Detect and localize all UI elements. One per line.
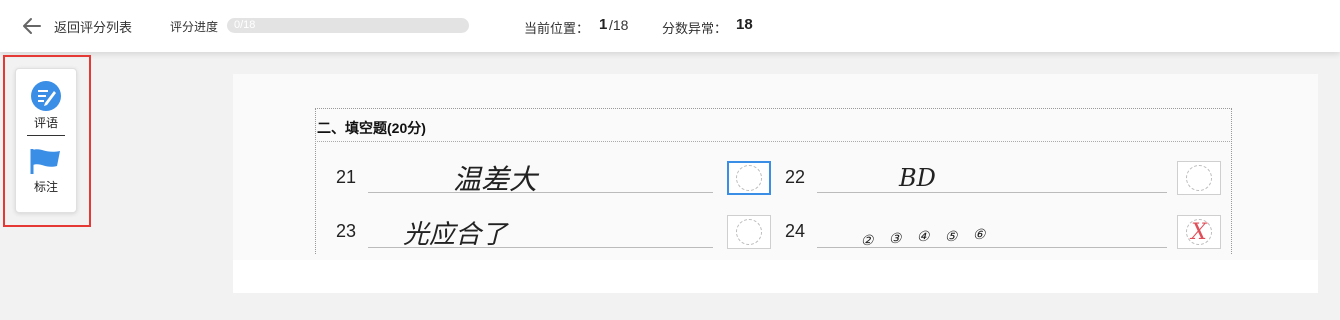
answer-choice: ③ <box>888 231 902 247</box>
question-21-number: 21 <box>336 167 357 187</box>
score-box-21[interactable] <box>727 161 771 195</box>
answer-line <box>817 192 1167 193</box>
section-divider <box>315 141 1230 142</box>
comment-tool-label: 评语 <box>33 116 58 130</box>
abnormal-score-label: 分数异常： <box>662 21 728 36</box>
arrow-left-icon <box>23 18 41 34</box>
answer-sheet: 二、填空题(20分) 21 温差大 22 BD 23 光应合了 24 ② ③ ④… <box>233 74 1318 293</box>
score-placeholder-circle <box>1186 165 1212 191</box>
question-21-answer: 温差大 <box>453 163 538 196</box>
score-placeholder-circle <box>736 219 762 245</box>
annotate-tool-label: 标注 <box>33 180 58 194</box>
question-22-number: 22 <box>785 167 806 187</box>
tool-divider <box>27 135 65 136</box>
top-bar: 返回评分列表 评分进度 0/18 当前位置： 1 /18 分数异常： 18 <box>0 0 1340 52</box>
position-label: 当前位置： <box>524 21 590 36</box>
score-box-23[interactable] <box>727 215 771 249</box>
answer-line <box>368 192 713 193</box>
question-23-number: 23 <box>336 221 357 241</box>
answer-choice: ⑥ <box>972 227 986 243</box>
progress-bar: 0/18 <box>227 18 469 33</box>
question-23-answer: 光应合了 <box>403 220 508 250</box>
tool-panel: 评语 标注 <box>15 68 77 213</box>
wrong-mark: X <box>1191 220 1207 245</box>
question-24-number: 24 <box>785 221 806 241</box>
section-title: 二、填空题(20分) <box>317 120 426 136</box>
score-placeholder-circle <box>736 165 762 191</box>
answer-choice: ⑤ <box>944 229 958 245</box>
progress-text: 0/18 <box>234 19 256 31</box>
annotate-tool-button[interactable]: 标注 <box>16 147 76 195</box>
back-to-list-button[interactable]: 返回评分列表 <box>22 14 132 38</box>
back-to-list-label: 返回评分列表 <box>54 19 133 35</box>
score-box-24[interactable]: X <box>1177 215 1221 249</box>
answer-choice: ② <box>860 233 874 249</box>
progress-label: 评分进度 <box>170 20 219 34</box>
question-22-answer: BD <box>899 164 936 192</box>
comment-edit-icon <box>31 81 61 111</box>
abnormal-score-count: 18 <box>736 16 753 33</box>
answer-choice: ④ <box>916 229 930 245</box>
score-box-22[interactable] <box>1177 161 1221 195</box>
position-total: /18 <box>609 17 629 33</box>
flag-icon <box>30 149 60 174</box>
comment-tool-button[interactable]: 评语 <box>16 81 76 131</box>
position-current: 1 <box>599 16 608 33</box>
